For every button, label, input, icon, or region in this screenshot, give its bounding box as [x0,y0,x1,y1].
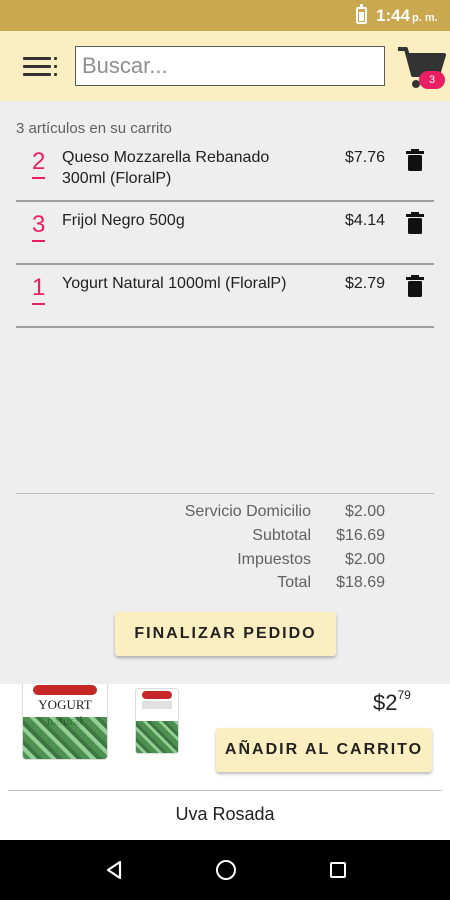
cart-count-text: 3 artículos en su carrito [16,120,172,137]
battery-icon [356,4,367,24]
checkout-button[interactable]: FINALIZAR PEDIDO [115,612,336,656]
summary-row-delivery: Servicio Domicilio $2.00 [25,503,385,523]
order-summary: Servicio Domicilio $2.00 Subtotal $16.69… [16,493,434,591]
item-quantity[interactable]: 1 [32,275,46,305]
menu-icon[interactable] [23,55,59,77]
summary-row-total: Total $18.69 [25,574,385,594]
summary-row-subtotal: Subtotal $16.69 [25,527,385,547]
product-price: $279 [373,688,411,716]
trash-icon[interactable] [405,149,425,171]
status-time: 1:44 p. m. [376,6,438,25]
item-name: Frijol Negro 500g [62,212,185,229]
item-price: $7.76 [344,149,385,166]
product-price-cents: 79 [397,688,411,702]
status-ampm: p. m. [412,12,438,24]
status-bar: 1:44 p. m. [0,0,450,31]
product-image[interactable]: YOGURT natural [22,684,108,760]
cart-badge: 3 [419,71,445,89]
product-image-small [135,688,179,754]
item-price: $4.14 [344,212,385,229]
cart-item: 1 Yogurt Natural 1000ml (FloralP) $2.79 [16,265,434,328]
app-bar [0,31,450,101]
summary-label: Total [277,574,311,591]
divider [8,790,442,791]
search-input[interactable] [75,46,385,86]
product-card: YOGURT natural $279 AÑADIR AL CARRITO Uv… [0,684,450,840]
trash-icon[interactable] [405,212,425,234]
next-product-name[interactable]: Uva Rosada [0,804,450,825]
item-quantity[interactable]: 2 [32,149,46,179]
cart-panel: 3 artículos en su carrito 2 Queso Mozzar… [0,101,450,684]
summary-label: Subtotal [252,527,311,544]
summary-value: $16.69 [336,527,385,544]
cart-item: 2 Queso Mozzarella Rebanado 300ml (Flora… [16,139,434,202]
product-price-main: $2 [373,690,398,715]
system-nav-bar [0,840,450,900]
summary-label: Impuestos [237,551,311,568]
back-icon[interactable] [104,860,124,880]
recent-apps-icon[interactable] [330,862,346,878]
add-to-cart-button[interactable]: AÑADIR AL CARRITO [216,728,432,772]
item-name: Queso Mozzarella Rebanado 300ml (FloralP… [62,149,270,187]
item-quantity[interactable]: 3 [32,212,46,242]
summary-value: $2.00 [344,551,385,568]
summary-label: Servicio Domicilio [184,503,311,520]
item-price: $2.79 [344,275,385,292]
summary-value: $18.69 [336,574,385,591]
trash-icon[interactable] [405,275,425,297]
cart-item: 3 Frijol Negro 500g $4.14 [16,202,434,265]
item-name: Yogurt Natural 1000ml (FloralP) [62,275,287,292]
home-icon[interactable] [216,860,236,880]
summary-row-taxes: Impuestos $2.00 [25,551,385,571]
summary-value: $2.00 [344,503,385,520]
